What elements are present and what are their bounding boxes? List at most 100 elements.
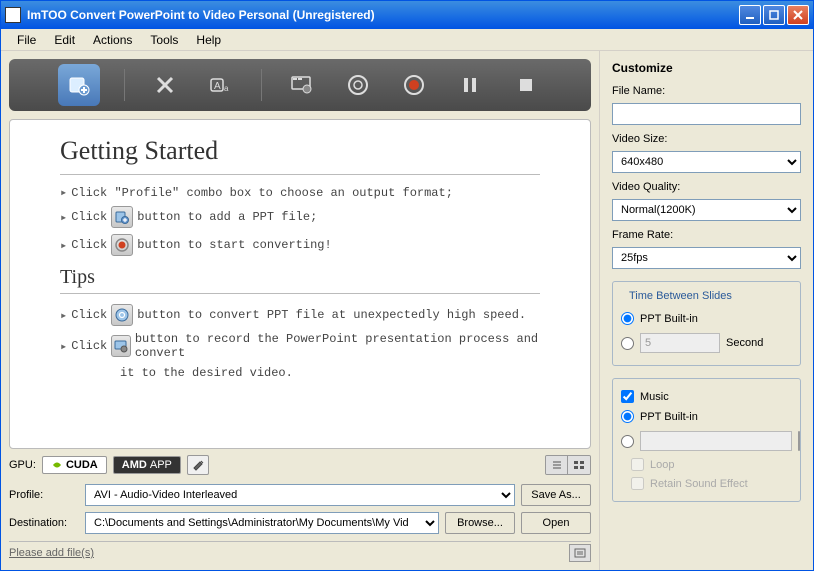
customize-panel: Customize File Name: Video Size: 640x480… <box>599 51 813 570</box>
retain-row: Retain Sound Effect <box>621 474 792 493</box>
convert-icon <box>111 234 133 256</box>
loop-row: Loop <box>621 455 792 474</box>
music-file-input <box>640 431 792 451</box>
window-title: ImTOO Convert PowerPoint to Video Person… <box>27 8 739 22</box>
destination-label: Destination: <box>9 517 79 529</box>
status-text: Please add file(s) <box>9 547 569 559</box>
customize-heading: Customize <box>612 61 801 75</box>
tip-2-cont: it to the desired video. <box>60 366 540 380</box>
pause-button[interactable] <box>454 69 486 101</box>
list-view-button[interactable] <box>546 456 568 474</box>
tips-heading: Tips <box>60 266 540 289</box>
videosize-select[interactable]: 640x480 <box>612 151 801 173</box>
remove-button[interactable] <box>149 69 181 101</box>
time-between-slides-group: Time Between Slides PPT Built-in Second <box>612 281 801 366</box>
music-browse-button[interactable] <box>798 431 800 451</box>
menu-help[interactable]: Help <box>188 31 229 49</box>
profile-row: Profile: AVI - Audio-Video Interleaved S… <box>9 481 591 509</box>
step-1: ▸Click "Profile" combo box to choose an … <box>60 185 540 200</box>
menu-file[interactable]: File <box>9 31 44 49</box>
settings-button[interactable] <box>187 455 209 475</box>
divider <box>60 174 540 175</box>
music-enable-row: Music <box>621 387 792 406</box>
music-builtin-row: PPT Built-in <box>621 406 792 427</box>
convert-button[interactable] <box>398 69 430 101</box>
tbs-seconds-input <box>640 333 720 353</box>
getting-started-heading: Getting Started <box>60 136 540 166</box>
destination-select[interactable]: C:\Documents and Settings\Administrator\… <box>85 512 439 534</box>
save-as-button[interactable]: Save As... <box>521 484 591 506</box>
videosize-label: Video Size: <box>612 133 801 145</box>
loop-label: Loop <box>650 459 674 471</box>
framerate-select[interactable]: 25fps <box>612 247 801 269</box>
tbs-builtin-radio[interactable] <box>621 312 634 325</box>
content-area: Getting Started ▸Click "Profile" combo b… <box>9 119 591 449</box>
stop-button[interactable] <box>510 69 542 101</box>
tbs-custom-row: Second <box>621 329 792 357</box>
add-file-icon <box>111 206 133 228</box>
browse-button[interactable]: Browse... <box>445 512 515 534</box>
toolbar: Aa <box>9 59 591 111</box>
music-custom-radio[interactable] <box>621 435 634 448</box>
toolbar-divider <box>124 69 125 101</box>
destination-row: Destination: C:\Documents and Settings\A… <box>9 509 591 537</box>
close-button[interactable] <box>787 5 809 25</box>
svg-text:a: a <box>224 84 229 93</box>
svg-text:A: A <box>214 81 221 92</box>
tbs-unit-label: Second <box>726 337 763 349</box>
thumb-view-button[interactable] <box>568 456 590 474</box>
tbs-builtin-row: PPT Built-in <box>621 308 792 329</box>
music-group: Music PPT Built-in Loop Retain S <box>612 378 801 502</box>
amd-badge[interactable]: AMD APP <box>113 456 181 474</box>
toolbar-divider <box>261 69 262 101</box>
rename-button[interactable]: Aa <box>205 69 237 101</box>
fast-convert-icon <box>111 304 133 326</box>
tip-1: ▸Click button to convert PPT file at une… <box>60 304 540 326</box>
menu-tools[interactable]: Tools <box>142 31 186 49</box>
divider <box>60 293 540 294</box>
open-button[interactable]: Open <box>521 512 591 534</box>
filename-label: File Name: <box>612 85 801 97</box>
record-slideshow-button[interactable] <box>286 69 318 101</box>
step-2: ▸Click button to add a PPT file; <box>60 206 540 228</box>
status-row: Please add file(s) <box>9 541 591 562</box>
menu-edit[interactable]: Edit <box>46 31 83 49</box>
retain-label: Retain Sound Effect <box>650 478 748 490</box>
minimize-button[interactable] <box>739 5 761 25</box>
tip-2: ▸Click button to record the PowerPoint p… <box>60 332 540 360</box>
filename-input[interactable] <box>612 103 801 125</box>
music-builtin-radio[interactable] <box>621 410 634 423</box>
music-checkbox[interactable] <box>621 390 634 403</box>
gpu-label: GPU: <box>9 459 36 471</box>
quality-select[interactable]: Normal(1200K) <box>612 199 801 221</box>
titlebar: ImTOO Convert PowerPoint to Video Person… <box>1 1 813 29</box>
tbs-custom-radio[interactable] <box>621 337 634 350</box>
profile-select[interactable]: AVI - Audio-Video Interleaved <box>85 484 515 506</box>
music-builtin-label: PPT Built-in <box>640 411 698 423</box>
fast-convert-button[interactable] <box>342 69 374 101</box>
retain-checkbox <box>631 477 644 490</box>
cuda-badge[interactable]: CUDA <box>42 456 107 474</box>
menu-actions[interactable]: Actions <box>85 31 140 49</box>
details-button[interactable] <box>569 544 591 562</box>
main-area: Aa Getting Sta <box>1 51 813 570</box>
loop-checkbox <box>631 458 644 471</box>
quality-label: Video Quality: <box>612 181 801 193</box>
app-icon <box>5 7 21 23</box>
tbs-legend: Time Between Slides <box>625 290 736 302</box>
record-icon <box>111 335 131 357</box>
add-file-button[interactable] <box>58 64 100 106</box>
view-toggle <box>545 455 591 475</box>
profile-label: Profile: <box>9 489 79 501</box>
music-label: Music <box>640 391 669 403</box>
gpu-row: GPU: CUDA AMD APP <box>9 449 591 481</box>
tbs-builtin-label: PPT Built-in <box>640 313 698 325</box>
framerate-label: Frame Rate: <box>612 229 801 241</box>
app-window: ImTOO Convert PowerPoint to Video Person… <box>0 0 814 571</box>
menubar: File Edit Actions Tools Help <box>1 29 813 51</box>
window-controls <box>739 5 809 25</box>
step-3: ▸Click button to start converting! <box>60 234 540 256</box>
maximize-button[interactable] <box>763 5 785 25</box>
music-custom-row <box>621 427 792 455</box>
left-panel: Aa Getting Sta <box>1 51 599 570</box>
